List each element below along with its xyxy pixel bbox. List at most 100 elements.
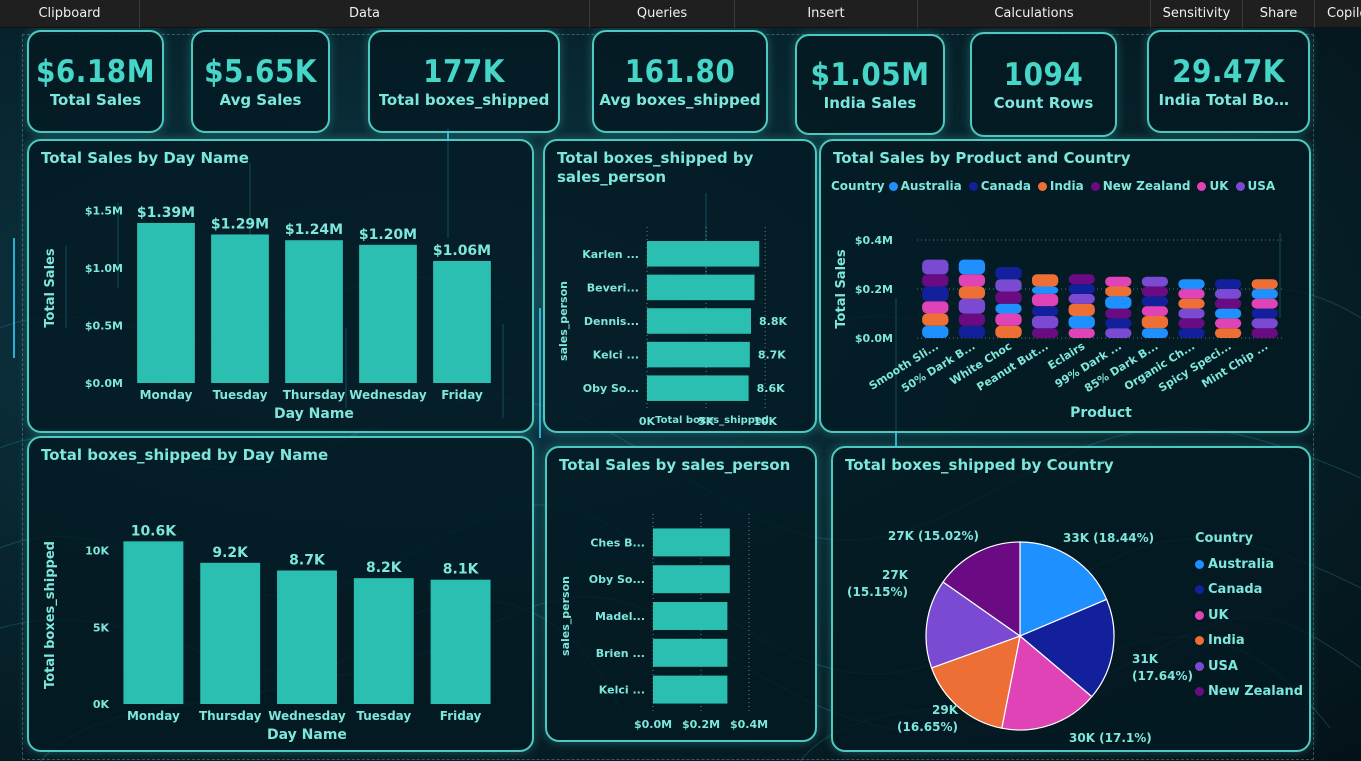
y-tick-label: Brien ...: [596, 647, 645, 660]
x-tick-label: $0.4M: [730, 718, 768, 731]
stacked-segment: [958, 274, 986, 287]
x-tick-label: Wednesday: [349, 388, 427, 402]
data-label: $1.20M: [359, 227, 417, 243]
kpi-avg-boxes-shipped[interactable]: 161.80 Avg boxes_shipped: [592, 30, 768, 133]
x-tick-label: Tuesday: [213, 388, 268, 402]
legend-item[interactable]: India: [1195, 628, 1303, 654]
kpi-label: Count Rows: [993, 93, 1094, 112]
y-tick-label: $1.5M: [85, 204, 123, 217]
stacked-segment: [1031, 274, 1059, 287]
ribbon-data[interactable]: Data: [140, 0, 590, 28]
data-label: $1.06M: [433, 243, 491, 259]
bar: [647, 375, 749, 401]
y-tick-label: 0K: [93, 698, 110, 711]
stacked-segment: [1178, 308, 1205, 319]
bar: [653, 565, 730, 594]
bar-chart-svg: $0.0M $0.5M $1.0M $1.5M $1.39M Monday $1.29M Tu…: [43, 204, 491, 422]
data-label: $1.39M: [137, 205, 195, 221]
kpi-avg-sales[interactable]: $5.65K Avg Sales: [191, 30, 330, 133]
legend-item[interactable]: USA: [1195, 654, 1303, 680]
stacked-segment: [1178, 328, 1205, 338]
chart-boxes-by-country[interactable]: Total boxes_shipped by Country 33K (18.4…: [831, 446, 1311, 752]
ribbon-share[interactable]: Share: [1243, 0, 1315, 28]
data-label: 8.7K: [758, 349, 786, 362]
y-tick-label: Kelci ...: [593, 349, 639, 362]
stacked-segment: [1068, 328, 1095, 338]
chart-sales-by-day[interactable]: Total Sales by Day Name $0.0M $0.5M $1.0M $…: [27, 139, 534, 433]
stacked-segment: [1251, 308, 1278, 319]
stacked-segment: [1031, 293, 1059, 307]
ribbon-queries[interactable]: Queries: [590, 0, 735, 28]
stacked-segment: [958, 259, 986, 275]
stacked-segment: [1031, 286, 1059, 294]
slice-label: 27K (15.15%): [847, 568, 909, 599]
kpi-value: 1094: [1003, 56, 1084, 93]
stacked-segment: [1214, 318, 1242, 329]
kpi-count-rows[interactable]: 1094 Count Rows: [970, 32, 1117, 137]
data-label: 8.1K: [443, 562, 480, 578]
chart-boxes-by-salesperson[interactable]: Total boxes_shipped by sales_person 0K 5K…: [543, 139, 817, 433]
legend-item[interactable]: New Zealand: [1195, 679, 1303, 705]
ribbon-sensitivity[interactable]: Sensitivity: [1151, 0, 1243, 28]
kpi-value: $5.65K: [204, 53, 317, 90]
stacked-segment: [995, 325, 1022, 338]
x-tick-label: Friday: [441, 388, 483, 402]
ribbon-clipboard[interactable]: Clipboard: [0, 0, 140, 28]
stacked-segment: [995, 291, 1022, 304]
data-label: 8.6K: [757, 382, 785, 395]
bar: [653, 528, 730, 557]
x-axis-title: Day Name: [267, 727, 347, 743]
slice-label: 27K (15.02%): [888, 529, 979, 543]
stacked-segment: [1105, 286, 1132, 297]
stacked-segment: [1105, 328, 1132, 338]
stacked-segment: [1105, 308, 1132, 319]
kpi-total-boxes-shipped[interactable]: 177K Total boxes_shipped: [368, 30, 560, 133]
legend-label: UK: [1208, 607, 1229, 623]
kpi-total-sales[interactable]: $6.18M Total Sales: [27, 30, 164, 133]
y-tick-label: $0.0M: [85, 377, 123, 390]
ribbon-calculations[interactable]: Calculations: [918, 0, 1151, 28]
stacked-segment: [1031, 315, 1059, 329]
legend-label: New Zealand: [1208, 684, 1304, 700]
legend-item[interactable]: Canada: [1195, 577, 1303, 603]
kpi-value: 177K: [423, 53, 505, 90]
stacked-segment: [922, 325, 949, 338]
y-axis-title: sales_person: [557, 281, 570, 361]
ribbon-copilot[interactable]: Copilot: [1315, 0, 1361, 28]
kpi-india-total-boxes[interactable]: 29.47K India Total Boxes shipped: [1147, 30, 1310, 133]
bar: [653, 638, 728, 667]
slice-label: 29K (16.65%): [897, 703, 959, 734]
stacked-segment: [922, 301, 949, 314]
legend-item[interactable]: UK: [1195, 603, 1303, 629]
stacked-segment: [1251, 289, 1278, 299]
legend-title: Country: [1195, 531, 1254, 547]
bar: [353, 578, 414, 704]
data-label: $1.29M: [211, 216, 269, 232]
chart-boxes-by-day[interactable]: Total boxes_shipped by Day Name 0K 5K 10K 1…: [27, 436, 534, 752]
kpi-label: Avg Sales: [219, 90, 302, 109]
bar: [647, 274, 755, 301]
chart-sales-by-salesperson[interactable]: Total Sales by sales_person $0.0M $0.2M $0…: [545, 446, 817, 742]
ribbon-insert[interactable]: Insert: [735, 0, 918, 28]
y-axis-title: Total Sales: [834, 249, 849, 328]
stacked-segment: [1178, 279, 1205, 289]
stacked-bar-svg: $0.0M$0.2M$0.4MSmooth Sli...50% Dark B..…: [834, 234, 1283, 421]
legend-dot: [1195, 610, 1204, 620]
x-tick-label: Thursday: [199, 709, 262, 723]
stacked-segment: [1178, 298, 1205, 309]
stacked-segment: [1251, 298, 1278, 309]
kpi-value: 29.47K: [1172, 53, 1285, 90]
stacked-segment: [1141, 286, 1169, 297]
stacked-segment: [922, 274, 949, 287]
stacked-segment: [1178, 318, 1205, 329]
chart-sales-by-product-country[interactable]: Total Sales by Product and Country Count…: [819, 139, 1311, 433]
stacked-segment: [995, 266, 1022, 280]
stacked-segment: [922, 313, 949, 326]
kpi-india-sales[interactable]: $1.05M India Sales: [795, 34, 945, 135]
legend-item[interactable]: Australia: [1195, 552, 1303, 578]
data-label: 8.2K: [366, 560, 403, 576]
stacked-segment: [1251, 279, 1278, 289]
stacked-segment: [1105, 318, 1132, 329]
bar: [123, 541, 184, 704]
x-tick-label: Monday: [140, 388, 193, 402]
